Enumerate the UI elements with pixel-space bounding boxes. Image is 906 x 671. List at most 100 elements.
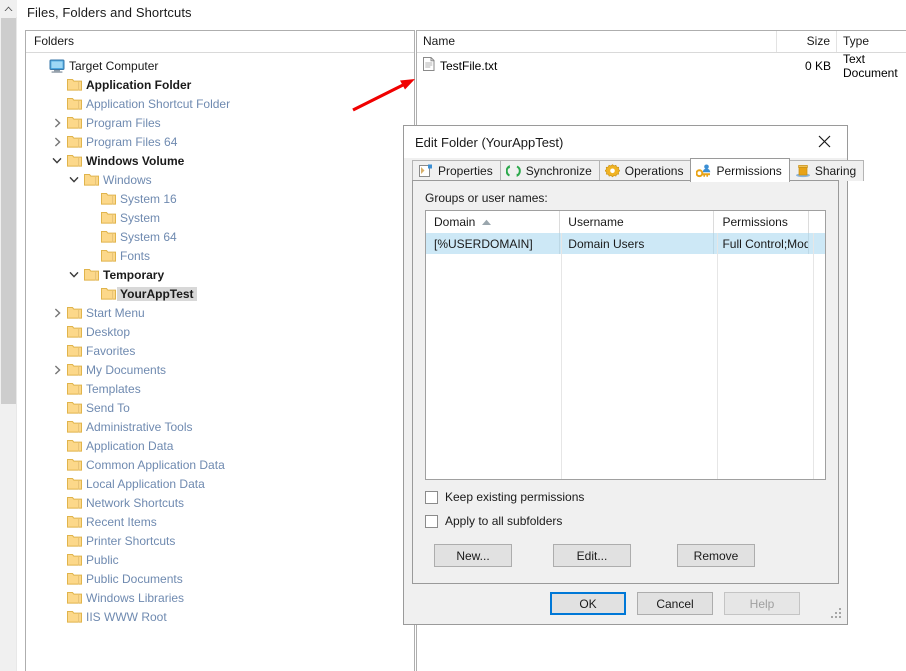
groups-label: Groups or user names: xyxy=(425,191,548,205)
tab-operations[interactable]: Operations xyxy=(598,160,692,181)
dialog-footer: OK Cancel Help xyxy=(404,584,847,624)
folder-icon xyxy=(65,457,83,473)
file-list-row[interactable]: TestFile.txt 0 KB Text Document xyxy=(417,52,906,80)
chevron-right-icon[interactable] xyxy=(49,134,65,150)
tab-label: Synchronize xyxy=(525,164,592,178)
tab-properties[interactable]: Properties xyxy=(412,160,501,181)
tree-item[interactable]: IIS WWW Root xyxy=(26,607,414,626)
tree-item[interactable]: Templates xyxy=(26,379,414,398)
permissions-grid-body[interactable]: [%USERDOMAIN] Domain Users Full Control;Mo… xyxy=(426,233,825,254)
tab-label: Permissions xyxy=(716,163,782,178)
tree-item[interactable]: Network Shortcuts xyxy=(26,493,414,512)
new-button[interactable]: New... xyxy=(434,544,512,567)
permissions-grid[interactable]: Domain Username Permissions [%USERDOMAIN… xyxy=(425,210,826,480)
twisty-placeholder xyxy=(49,457,65,473)
tree-item-label: Favorites xyxy=(86,343,136,358)
operations-icon xyxy=(605,164,621,179)
folder-tree[interactable]: Target Computer Application Folder Applica… xyxy=(26,53,414,671)
tree-item[interactable]: Start Menu xyxy=(26,303,414,322)
column-header-name[interactable]: Name xyxy=(417,31,777,52)
grid-column-divider xyxy=(561,233,562,479)
tree-item[interactable]: Local Application Data xyxy=(26,474,414,493)
twisty-placeholder xyxy=(83,248,99,264)
dialog-tabstrip[interactable]: Properties Synchronize Operations Permissio… xyxy=(412,158,865,182)
permission-action-buttons: New... Edit... Remove xyxy=(425,544,826,567)
tree-item[interactable]: Desktop xyxy=(26,322,414,341)
scroll-up-arrow-icon[interactable] xyxy=(0,0,17,17)
tree-item[interactable]: Recent Items xyxy=(26,512,414,531)
permissions-cell-username: Domain Users xyxy=(560,233,715,254)
scroll-thumb[interactable] xyxy=(1,18,16,404)
grid-column-domain[interactable]: Domain xyxy=(426,211,561,233)
chevron-down-icon[interactable] xyxy=(66,267,82,283)
chevron-down-icon[interactable] xyxy=(66,172,82,188)
tree-item[interactable]: YourAppTest xyxy=(26,284,414,303)
tree-item-label: Target Computer xyxy=(69,58,159,73)
resize-grip[interactable] xyxy=(831,608,843,620)
tree-item[interactable]: Application Folder xyxy=(26,75,414,94)
twisty-placeholder xyxy=(83,191,99,207)
chevron-right-icon[interactable] xyxy=(49,115,65,131)
folder-icon xyxy=(65,438,83,454)
tree-item[interactable]: System xyxy=(26,208,414,227)
edit-button[interactable]: Edit... xyxy=(553,544,631,567)
page-scrollbar[interactable] xyxy=(0,0,17,671)
tree-item[interactable]: Windows xyxy=(26,170,414,189)
tab-sharing[interactable]: Sharing xyxy=(788,160,865,181)
column-header-type[interactable]: Type xyxy=(837,31,906,52)
tab-label: Properties xyxy=(438,164,493,178)
tree-item[interactable]: Program Files xyxy=(26,113,414,132)
tree-item-label: Local Application Data xyxy=(86,476,205,491)
tree-item[interactable]: Temporary xyxy=(26,265,414,284)
checkbox-row[interactable]: Apply to all subfolders xyxy=(425,514,826,528)
tree-item-label: YourAppTest xyxy=(117,286,197,301)
tree-item[interactable]: Windows Libraries xyxy=(26,588,414,607)
tree-item[interactable]: Printer Shortcuts xyxy=(26,531,414,550)
grid-column-domain-label: Domain xyxy=(434,215,476,229)
dialog-footer-buttons: OK Cancel Help xyxy=(550,592,800,615)
file-list-body[interactable]: TestFile.txt 0 KB Text Document xyxy=(417,52,906,80)
checkbox-box[interactable] xyxy=(425,514,438,528)
permissions-cell-permissions: Full Control;Modif... xyxy=(714,233,809,254)
permissions-cell-domain: [%USERDOMAIN] xyxy=(426,233,561,254)
tab-permissions[interactable]: Permissions xyxy=(690,158,790,182)
twisty-placeholder xyxy=(49,476,65,492)
checkbox-box[interactable] xyxy=(425,490,438,504)
tree-item[interactable]: Windows Volume xyxy=(26,151,414,170)
permissions-cell-extra xyxy=(809,233,825,254)
grid-column-permissions[interactable]: Permissions xyxy=(714,211,809,233)
twisty-placeholder xyxy=(49,324,65,340)
tree-item[interactable]: Application Data xyxy=(26,436,414,455)
tree-item[interactable]: Public xyxy=(26,550,414,569)
tree-item[interactable]: My Documents xyxy=(26,360,414,379)
chevron-right-icon[interactable] xyxy=(49,305,65,321)
close-icon[interactable] xyxy=(802,126,847,156)
grid-column-username[interactable]: Username xyxy=(560,211,715,233)
permissions-row[interactable]: [%USERDOMAIN] Domain Users Full Control;Mo… xyxy=(426,233,825,254)
tree-item[interactable]: Common Application Data xyxy=(26,455,414,474)
tree-item[interactable]: Administrative Tools xyxy=(26,417,414,436)
chevron-right-icon[interactable] xyxy=(49,362,65,378)
checkbox-row[interactable]: Keep existing permissions xyxy=(425,490,826,504)
properties-icon xyxy=(418,164,434,179)
cancel-button[interactable]: Cancel xyxy=(637,592,713,615)
tree-item[interactable]: Favorites xyxy=(26,341,414,360)
twisty-placeholder xyxy=(49,381,65,397)
tree-item[interactable]: System 64 xyxy=(26,227,414,246)
tree-item[interactable]: Send To xyxy=(26,398,414,417)
tree-item[interactable]: Application Shortcut Folder xyxy=(26,94,414,113)
tree-item[interactable]: Target Computer xyxy=(26,56,414,75)
tree-item-label: IIS WWW Root xyxy=(86,609,167,624)
tree-item[interactable]: Public Documents xyxy=(26,569,414,588)
chevron-down-icon[interactable] xyxy=(49,153,65,169)
grid-column-spacer[interactable] xyxy=(809,211,825,233)
remove-button[interactable]: Remove xyxy=(677,544,755,567)
tree-item[interactable]: System 16 xyxy=(26,189,414,208)
tab-synchronize[interactable]: Synchronize xyxy=(499,160,600,181)
ok-button[interactable]: OK xyxy=(550,592,626,615)
tree-item[interactable]: Program Files 64 xyxy=(26,132,414,151)
edit-folder-dialog: Edit Folder (YourAppTest) Properties Sync… xyxy=(403,125,865,625)
file-list-header: Name Size Type xyxy=(417,31,906,53)
column-header-size[interactable]: Size xyxy=(777,31,837,52)
tree-item[interactable]: Fonts xyxy=(26,246,414,265)
